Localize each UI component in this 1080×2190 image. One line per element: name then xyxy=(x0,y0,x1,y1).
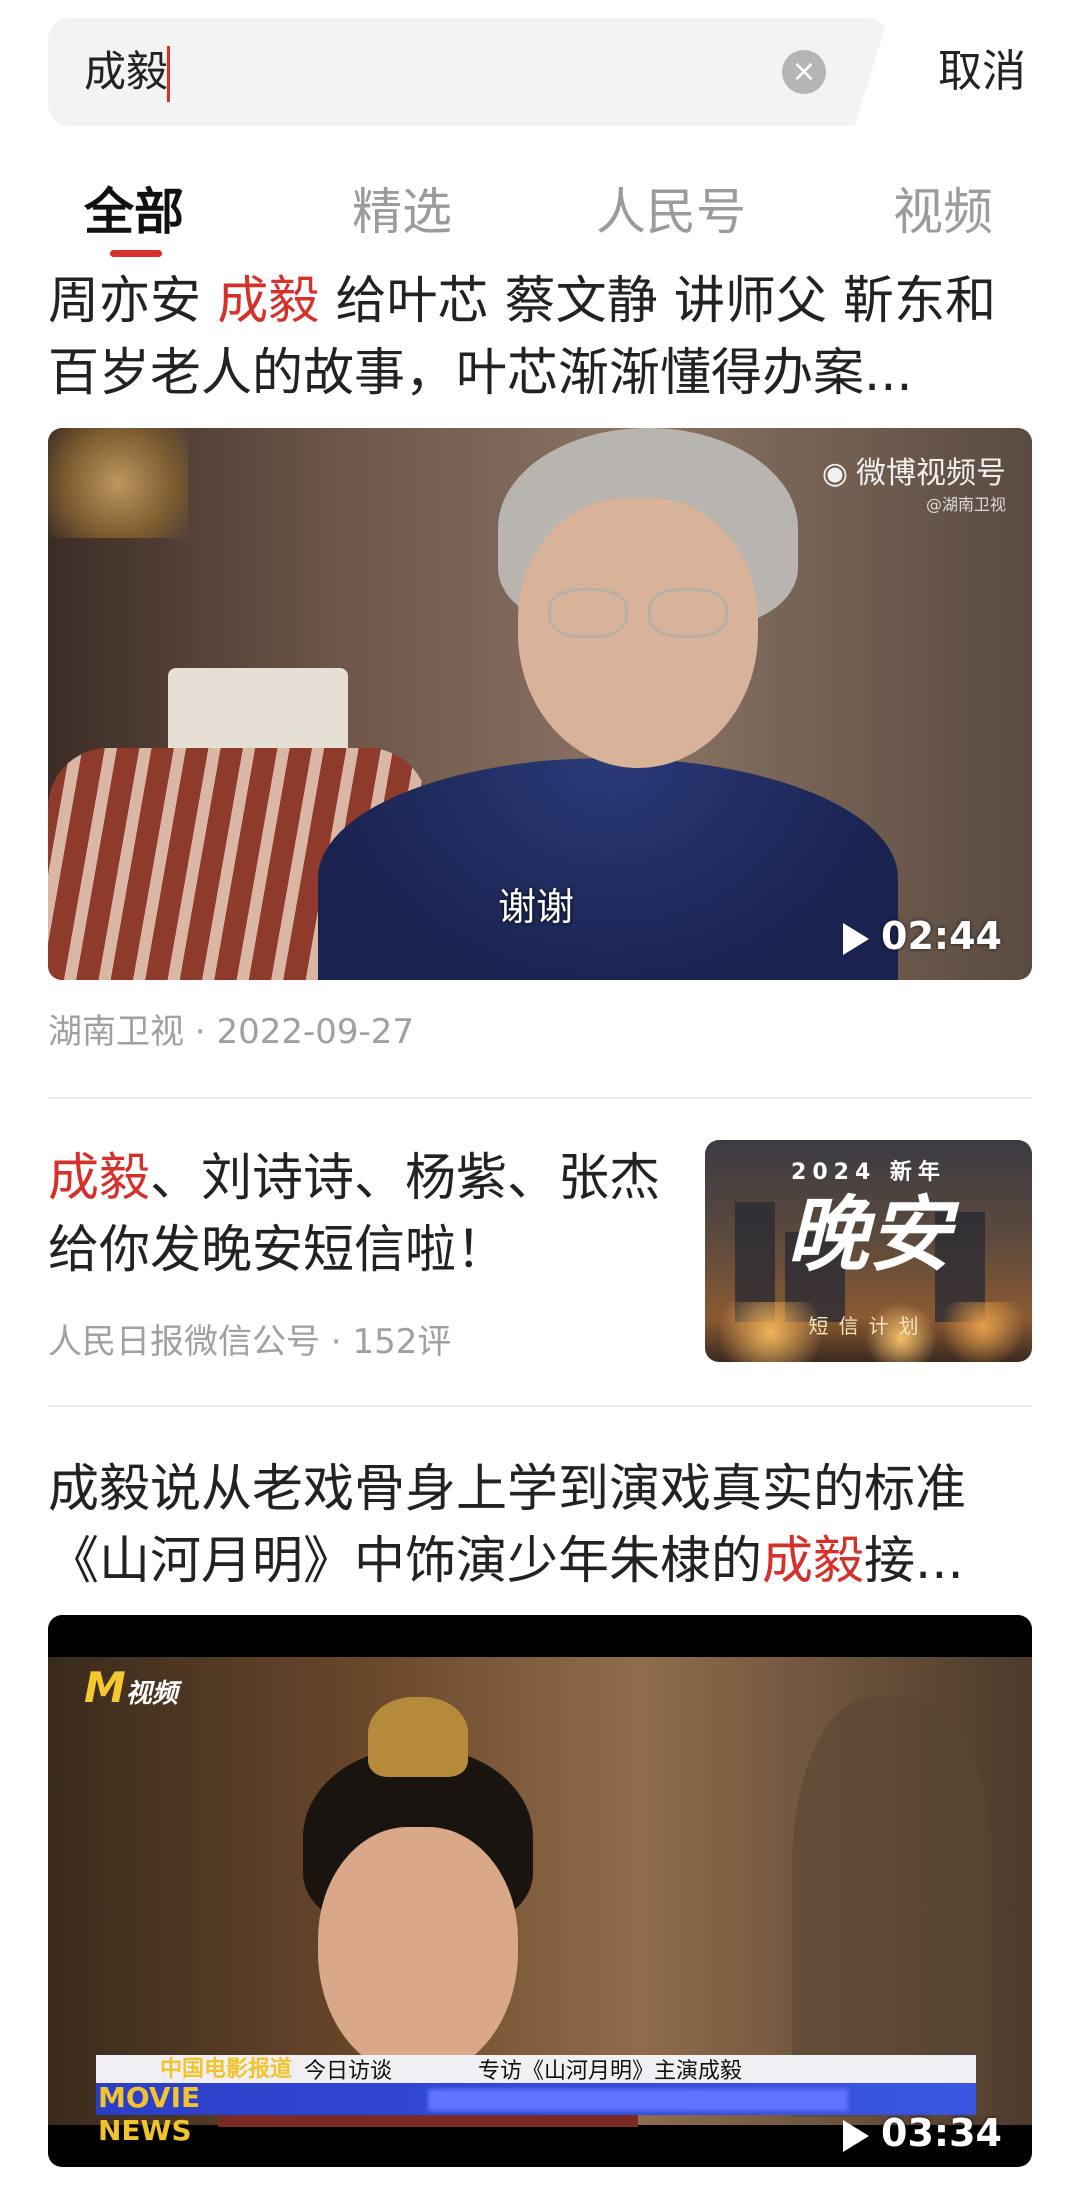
tab-people-account[interactable]: 人民号 xyxy=(596,177,746,247)
article-title[interactable]: 周亦安 成毅 给叶芯 蔡文静 讲师父 靳东和百岁老人的故事，叶芯渐渐懂得办案..… xyxy=(48,266,1038,410)
background-lamp xyxy=(48,428,188,538)
play-icon xyxy=(843,2119,870,2152)
video-thumbnail[interactable]: M视频 中国电影报道 MOVIE NEWS 今日访谈 专访《山河月明》主演成毅 … xyxy=(48,1615,1032,2167)
weibo-icon: ◉ xyxy=(821,456,848,491)
divider xyxy=(48,1097,1032,1099)
search-query-text[interactable]: 成毅 xyxy=(84,42,168,102)
article-meta: 湖南卫视 · 2022-09-27 xyxy=(48,1012,415,1052)
video-duration: 03:34 xyxy=(843,2111,1002,2155)
m-video-logo: M视频 xyxy=(84,1663,178,1712)
elderly-woman-figure xyxy=(298,428,898,980)
video-thumbnail[interactable]: ◉ 微博视频号 @湖南卫视 谢谢 02:44 xyxy=(48,428,1032,980)
comment-count: 152评 xyxy=(352,1322,452,1362)
publish-date: 2022-09-27 xyxy=(216,1012,415,1052)
video-duration: 02:44 xyxy=(843,914,1002,958)
article-thumbnail[interactable]: 2024 新年 晚安 短信计划 xyxy=(705,1140,1032,1362)
divider xyxy=(48,1405,1032,1407)
active-tab-indicator xyxy=(110,250,162,257)
search-input[interactable] xyxy=(48,18,888,126)
movie-news-logo: 中国电影报道 MOVIE NEWS xyxy=(98,2057,293,2147)
video-subtitle: 谢谢 xyxy=(498,885,575,929)
search-bar: 成毅 × 取消 xyxy=(0,0,1080,130)
article-title[interactable]: 成毅说从老戏骨身上学到演戏真实的标准《山河月明》中饰演少年朱棣的成毅接... xyxy=(48,1454,1038,1598)
play-icon xyxy=(843,922,870,955)
article-meta: 人民日报微信公号 · 152评 xyxy=(48,1322,452,1362)
source-name: 湖南卫视 xyxy=(48,1012,184,1052)
tab-all[interactable]: 全部 xyxy=(84,177,184,247)
weibo-video-watermark: ◉ 微博视频号 @湖南卫视 xyxy=(821,456,1006,514)
tab-bar: 全部 精选 人民号 视频 xyxy=(0,165,1080,265)
tab-featured[interactable]: 精选 xyxy=(352,177,452,247)
tab-video[interactable]: 视频 xyxy=(893,177,993,247)
text-caret xyxy=(167,46,170,102)
article-title[interactable]: 成毅、刘诗诗、杨紫、张杰给你发晚安短信啦！ xyxy=(48,1143,668,1287)
cancel-button[interactable]: 取消 xyxy=(938,40,1026,104)
close-icon[interactable]: × xyxy=(782,50,826,94)
source-name: 人民日报微信公号 xyxy=(48,1322,320,1362)
